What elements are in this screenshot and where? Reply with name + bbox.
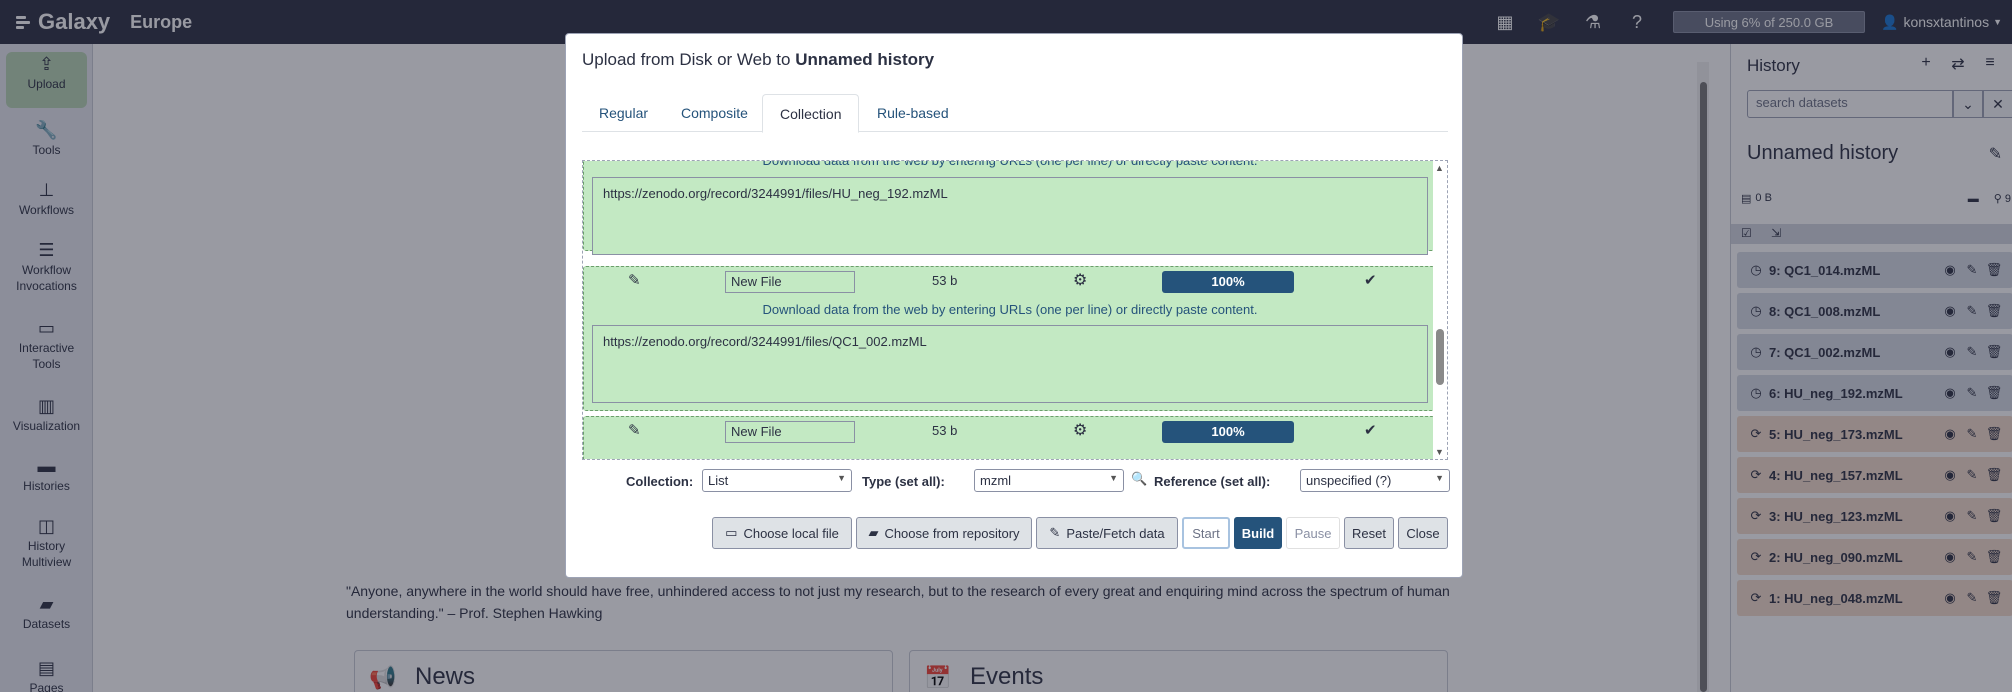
search-icon[interactable]: 🔍 [1131,471,1147,487]
upload-row-header: ✎ New File 53 b ⚙ 100% ✔ [584,417,1436,447]
upload-hint: Download data from the web by entering U… [762,302,1258,317]
button-label: Paste/Fetch data [1066,525,1165,541]
laptop-icon: ▭ [725,525,738,540]
upload-tabs: Regular Composite Collection Rule-based [582,94,1448,133]
reference-select[interactable]: unspecified (?) ▼ [1300,469,1450,492]
choose-from-repository-button[interactable]: ▰ Choose from repository [856,517,1032,549]
collection-type-value: List [708,473,729,488]
upload-list: Download data from the web by entering U… [582,160,1448,460]
tab-collection[interactable]: Collection [762,94,860,133]
file-size: 53 b [932,423,958,438]
upload-row-header: ✎ New File 53 b ⚙ 100% ✔ [584,267,1436,297]
upload-modal: Upload from Disk or Web to Unnamed histo… [565,33,1463,578]
upload-scroll-thumb[interactable] [1436,329,1444,385]
paste-fetch-button[interactable]: ✎ Paste/Fetch data [1036,517,1178,549]
close-button[interactable]: Close [1398,517,1448,549]
file-name-input[interactable]: New File [725,421,855,443]
caret-down-icon: ▼ [1435,473,1444,483]
modal-title: Upload from Disk or Web to Unnamed histo… [582,50,934,70]
upload-button-bar: ▭ Choose local file ▰ Choose from reposito… [566,517,1464,549]
upload-progress: 100% [1162,271,1294,293]
start-button[interactable]: Start [1182,517,1230,549]
collection-settings: Collection: List ▼ Type (set all): mzml … [626,469,1450,493]
url-textarea[interactable]: https://zenodo.org/record/3244991/files/… [592,177,1428,255]
reference-value: unspecified (?) [1306,473,1392,488]
caret-down-icon: ▼ [1109,473,1118,483]
url-textarea[interactable]: https://zenodo.org/record/3244991/files/… [592,325,1428,403]
gear-icon[interactable]: ⚙ [1073,420,1087,440]
tab-composite[interactable]: Composite [664,94,765,132]
caret-down-icon: ▼ [837,473,846,483]
type-label: Type (set all): [862,474,945,489]
upload-progress: 100% [1162,421,1294,443]
check-icon: ✔ [1364,422,1377,439]
collection-type-select[interactable]: List ▼ [702,469,852,492]
tab-rule-based[interactable]: Rule-based [860,94,966,132]
gear-icon[interactable]: ⚙ [1073,270,1087,290]
edit-icon: ✎ [1049,525,1061,540]
edit-icon[interactable]: ✎ [628,421,641,439]
choose-local-file-button[interactable]: ▭ Choose local file [712,517,852,549]
check-icon: ✔ [1364,272,1377,289]
scroll-up-icon[interactable]: ▲ [1435,163,1444,173]
tab-regular[interactable]: Regular [582,94,665,132]
upload-hint: Download data from the web by entering U… [762,160,1258,168]
file-name-input[interactable]: New File [725,271,855,293]
pause-button[interactable]: Pause [1286,517,1340,549]
modal-title-history: Unnamed history [795,50,935,69]
file-size: 53 b [932,273,958,288]
extension-select[interactable]: mzml ▼ [974,469,1124,492]
upload-row: ✎ New File 53 b ⚙ 100% ✔ [583,416,1436,459]
extension-value: mzml [980,473,1012,488]
edit-icon[interactable]: ✎ [628,271,641,289]
reset-button[interactable]: Reset [1344,517,1394,549]
upload-row: Download data from the web by entering U… [583,160,1435,255]
upload-row: ✎ New File 53 b ⚙ 100% ✔ Download data f… [583,266,1435,411]
build-button[interactable]: Build [1234,517,1282,549]
folder-open-icon: ▰ [868,525,879,540]
button-label: Choose from repository [884,525,1020,541]
scroll-down-icon[interactable]: ▼ [1435,447,1444,457]
modal-title-prefix: Upload from Disk or Web to [582,50,796,69]
upload-scrollbar[interactable]: ▲ ▼ [1433,161,1447,459]
button-label: Choose local file [743,525,839,541]
collection-label: Collection: [626,474,694,489]
reference-label: Reference (set all): [1154,474,1271,489]
